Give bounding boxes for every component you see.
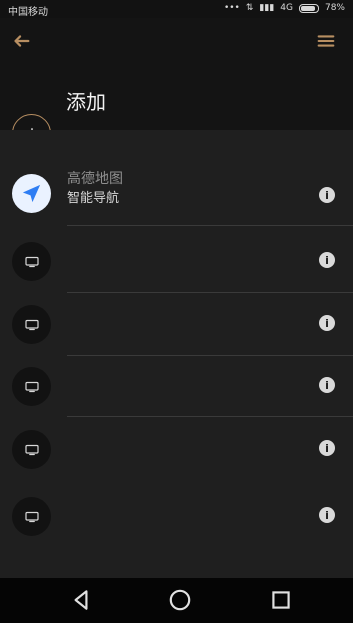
app-icon (12, 242, 51, 281)
app-icon (12, 497, 51, 536)
app-title: 高德地图 (67, 171, 123, 187)
battery-label: 78% (324, 3, 345, 13)
home-circle-icon[interactable] (167, 587, 193, 613)
divider (67, 355, 353, 356)
list-item[interactable]: i (0, 294, 353, 356)
info-icon[interactable]: i (319, 315, 335, 331)
battery-icon (298, 3, 319, 13)
app-list: 高德地图 智能导航 i i i i i i (0, 130, 353, 578)
device-icon (24, 256, 39, 267)
device-icon (24, 381, 39, 392)
list-item[interactable]: i (0, 484, 353, 546)
list-item[interactable]: 高德地图 智能导航 i (0, 164, 353, 226)
navigation-icon (22, 184, 41, 203)
info-icon[interactable]: i (319, 252, 335, 268)
menu-icon[interactable] (315, 30, 337, 52)
app-icon (12, 305, 51, 344)
info-icon[interactable]: i (319, 187, 335, 203)
divider (67, 416, 353, 417)
info-icon[interactable]: i (319, 440, 335, 456)
app-subtitle: 智能导航 (67, 191, 120, 206)
divider (67, 292, 353, 293)
list-item[interactable]: i (0, 230, 353, 292)
page-title: 添加 (66, 90, 106, 114)
network-label: 4G (280, 3, 293, 13)
carrier-label: 中国移动 (8, 7, 48, 18)
signal-icon: ▮▮▮ (259, 3, 275, 13)
more-icon: ••• (223, 3, 240, 13)
app-icon (12, 430, 51, 469)
app-icon (12, 367, 51, 406)
info-icon[interactable]: i (319, 377, 335, 393)
data-transfer-icon: ⇅ (245, 3, 254, 13)
back-triangle-icon[interactable] (68, 587, 94, 613)
arrow-left-icon[interactable] (10, 30, 32, 52)
device-icon (24, 444, 39, 455)
status-indicators: ••• ⇅ ▮▮▮ 4G 78% (224, 3, 345, 13)
system-nav-bar (0, 578, 353, 623)
device-icon (24, 319, 39, 330)
list-item[interactable]: i (0, 358, 353, 420)
divider (67, 225, 353, 226)
recent-square-icon[interactable] (268, 587, 294, 613)
device-icon (24, 511, 39, 522)
status-bar: 中国移动 ••• ⇅ ▮▮▮ 4G 78% (0, 0, 353, 18)
app-icon (12, 174, 51, 213)
info-icon[interactable]: i (319, 507, 335, 523)
app-header: 添加 (0, 18, 353, 130)
list-item[interactable]: i (0, 418, 353, 480)
